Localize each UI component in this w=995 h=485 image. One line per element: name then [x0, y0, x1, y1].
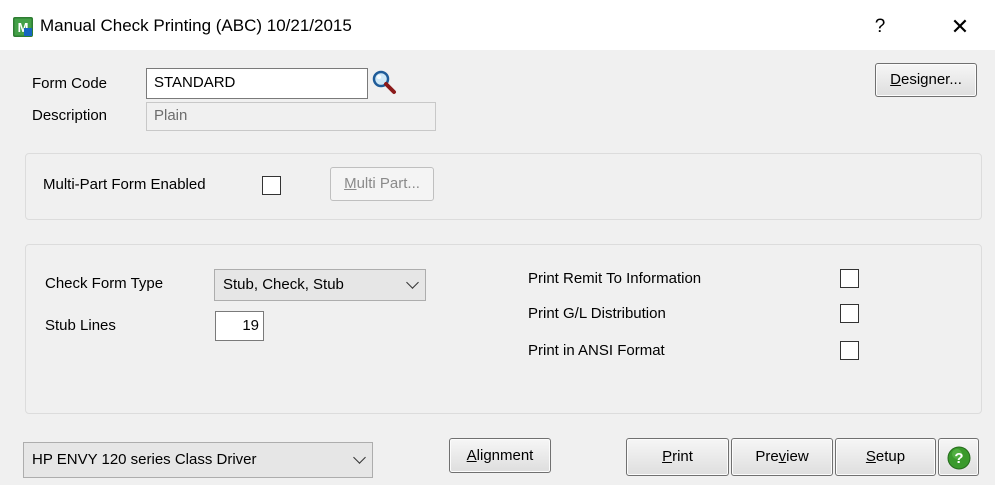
- check-form-type-value: Stub, Check, Stub: [223, 276, 344, 293]
- multi-part-label: ulti Part...: [356, 175, 420, 192]
- stub-lines-input[interactable]: 19: [215, 311, 264, 341]
- designer-button[interactable]: Designer...: [875, 63, 977, 97]
- description-label: Description: [32, 107, 108, 124]
- print-mnemonic: P: [662, 448, 673, 465]
- multipart-checkbox[interactable]: [262, 176, 281, 195]
- designer-mnemonic: D: [890, 71, 901, 88]
- setup-label: etup: [875, 448, 906, 465]
- search-icon[interactable]: [370, 68, 398, 96]
- check-form-type-select[interactable]: Stub, Check, Stub: [214, 269, 426, 301]
- options-group: [25, 244, 982, 414]
- help-circle-icon: ?: [947, 446, 971, 470]
- print-label: rint: [672, 448, 693, 465]
- description-field: Plain: [146, 102, 436, 131]
- title-help-button[interactable]: ?: [868, 14, 892, 40]
- print-remit-checkbox[interactable]: [840, 269, 859, 288]
- close-button[interactable]: ✕: [946, 13, 974, 41]
- alignment-mnemonic: A: [466, 447, 477, 464]
- title-bar[interactable]: M Manual Check Printing (ABC) 10/21/2015…: [0, 0, 995, 50]
- chevron-down-icon: [353, 451, 366, 464]
- form-code-input[interactable]: STANDARD: [146, 68, 368, 99]
- preview-prefix: Pre: [755, 448, 779, 465]
- print-gl-checkbox[interactable]: [840, 304, 859, 323]
- alignment-button[interactable]: Alignment: [449, 438, 551, 473]
- multi-part-button: Multi Part...: [330, 167, 434, 201]
- printer-value: HP ENVY 120 series Class Driver: [32, 451, 257, 468]
- preview-button[interactable]: Preview: [731, 438, 833, 476]
- print-ansi-label: Print in ANSI Format: [528, 342, 665, 359]
- sage-mas-icon: M: [13, 17, 33, 37]
- window-title: Manual Check Printing (ABC) 10/21/2015: [40, 16, 352, 35]
- help-button[interactable]: ?: [938, 438, 979, 476]
- print-ansi-checkbox[interactable]: [840, 341, 859, 360]
- alignment-label: lignment: [476, 447, 534, 464]
- setup-mnemonic: S: [865, 448, 876, 465]
- printer-select[interactable]: HP ENVY 120 series Class Driver: [23, 442, 373, 478]
- setup-button[interactable]: Setup: [835, 438, 936, 476]
- print-gl-label: Print G/L Distribution: [528, 305, 666, 322]
- multi-part-mnemonic: M: [344, 175, 357, 192]
- print-button[interactable]: Print: [626, 438, 729, 476]
- stub-lines-label: Stub Lines: [45, 317, 116, 334]
- preview-label: iew: [786, 448, 809, 465]
- check-form-type-label: Check Form Type: [45, 275, 164, 292]
- designer-label: esigner...: [900, 71, 962, 88]
- svg-text:?: ?: [954, 450, 963, 467]
- print-remit-label: Print Remit To Information: [528, 270, 702, 287]
- chevron-down-icon: [406, 276, 419, 289]
- multipart-label: Multi-Part Form Enabled: [43, 176, 206, 193]
- form-code-label: Form Code: [32, 75, 108, 92]
